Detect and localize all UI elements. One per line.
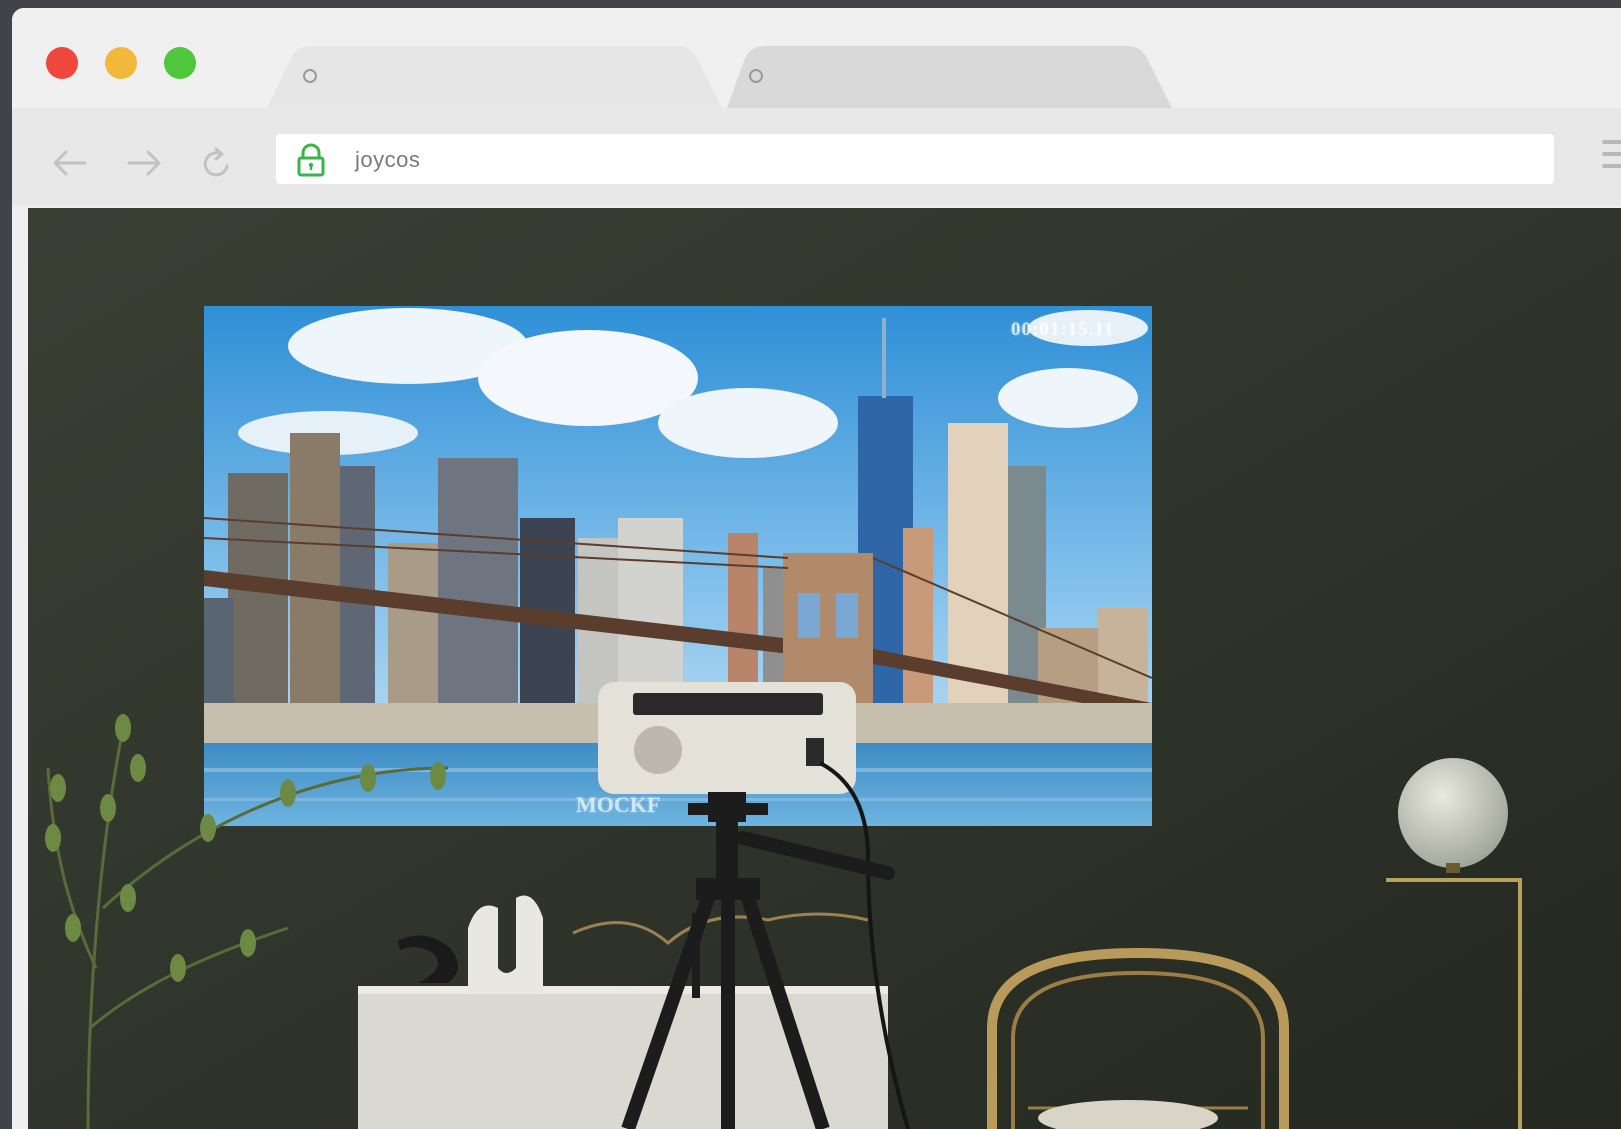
arrow-left-icon [53,150,87,176]
reload-button[interactable] [197,143,237,183]
back-button[interactable] [50,143,90,183]
video-watermark: MOCKF [576,792,661,817]
lock-icon [297,143,325,177]
close-window-button[interactable] [46,47,78,79]
forward-button[interactable] [124,143,164,183]
page-content: 00:01:15.11 MOCKF [28,208,1621,1129]
title-bar [12,8,1621,108]
url-text: joycos [355,147,421,172]
room-photo [28,208,1621,1129]
address-bar[interactable]: joycos [276,134,1554,184]
hamburger-menu-icon[interactable] [1602,140,1621,176]
minimize-window-button[interactable] [105,47,137,79]
browser-toolbar: joycos [12,108,1621,206]
maximize-window-button[interactable] [164,47,196,79]
video-timestamp: 00:01:15.11 [1011,319,1115,340]
tab-favicon-icon [303,69,317,83]
browser-window: joycos 00:01:15.11 MOCKF [12,8,1621,1129]
browser-tab-2[interactable] [727,46,1207,108]
browser-tab-1[interactable] [267,46,747,108]
reload-icon [203,147,229,177]
tab-favicon-icon [749,69,763,83]
arrow-right-icon [127,150,161,176]
